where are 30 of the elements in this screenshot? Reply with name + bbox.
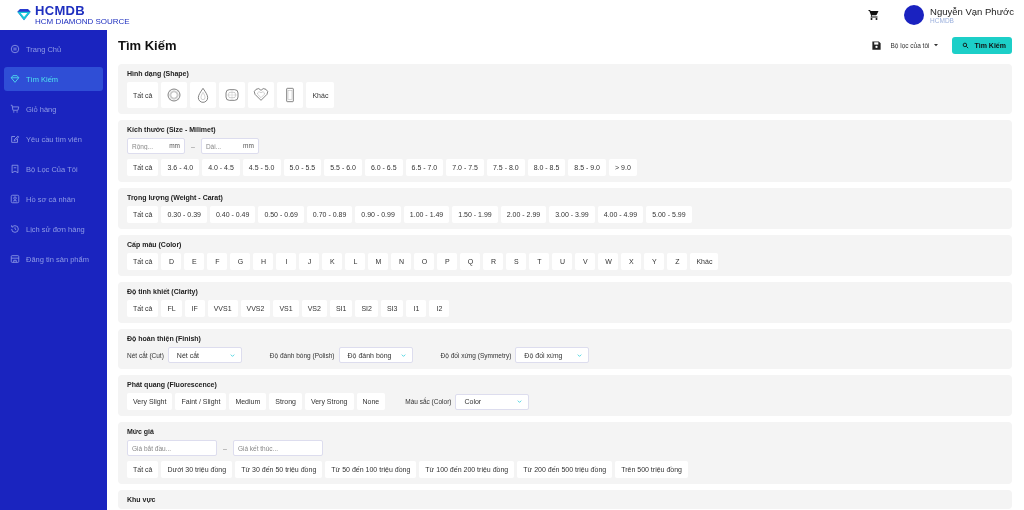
user-name: Nguyễn Vạn Phước [930,6,1014,17]
shape-option[interactable] [161,82,188,108]
caret-down-icon [932,41,941,49]
menu-circle-icon [10,44,20,54]
diamond-logo-icon [16,7,32,23]
logo-tagline: HCM DIAMOND SOURCE [35,17,130,26]
shape-option[interactable] [277,82,304,108]
heart-gem-icon [253,87,270,103]
chevron-down-icon [228,351,236,359]
shape-option[interactable] [219,82,246,108]
round-gem-icon [166,87,183,103]
page-title: Tìm Kiếm [118,37,178,53]
history-icon [10,224,20,234]
cushion-gem-icon [224,87,241,103]
chevron-down-icon [516,398,524,405]
user-avatar[interactable] [904,5,925,25]
store-icon [10,254,20,264]
save-icon[interactable] [871,39,883,51]
bookmark-icon [10,164,20,174]
shape-option[interactable] [248,82,275,108]
cart-icon[interactable] [868,9,881,21]
search-icon [962,41,970,49]
chevron-down-icon [399,351,407,359]
edit-icon [10,134,20,144]
chevron-down-icon [576,351,584,359]
shape-option[interactable] [190,82,217,108]
logo-text[interactable]: HCMDB [35,4,130,17]
diamond-icon [10,74,20,84]
profile-icon [10,194,20,204]
cart-icon [10,104,20,114]
